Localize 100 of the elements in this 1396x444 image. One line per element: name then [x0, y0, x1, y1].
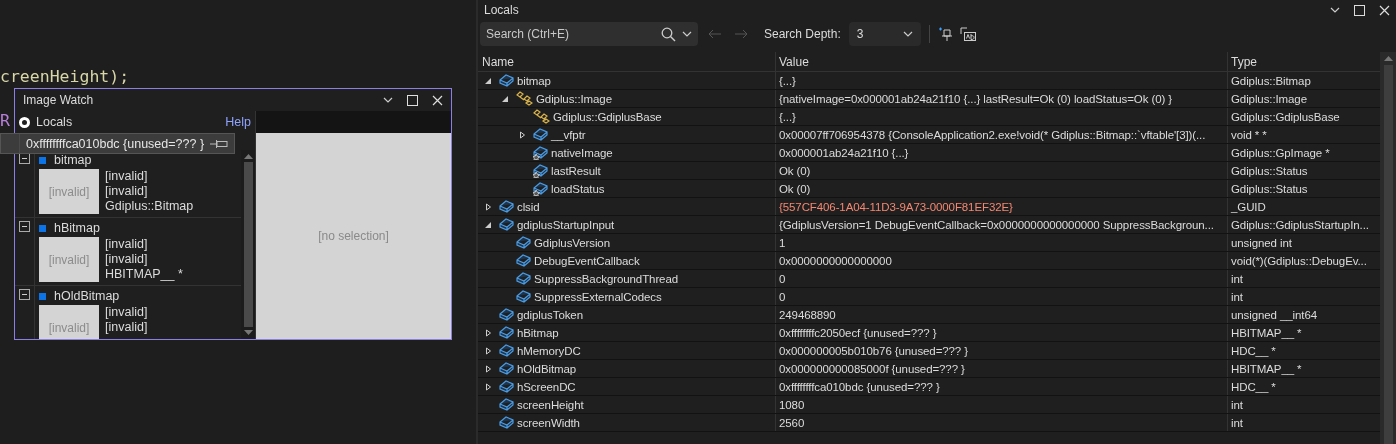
variable-value: 249468890: [779, 308, 836, 321]
pin-icon[interactable]: [937, 26, 952, 42]
variable-value: 0: [779, 290, 786, 303]
radio-button[interactable]: [19, 116, 30, 128]
scroll-down-icon[interactable]: [243, 330, 253, 335]
variable-value: 0x0000000000000000: [779, 254, 892, 267]
variable-type: Gdiplus::GpImage *: [1231, 146, 1330, 159]
image-info: [invalid]: [105, 184, 149, 199]
variable-name: bitmap: [517, 74, 551, 87]
maximize-icon[interactable]: [407, 94, 418, 106]
image-info: [invalid]: [105, 305, 148, 320]
dropdown-caret-icon[interactable]: [682, 31, 692, 37]
variable-type: HDC__ *: [1231, 380, 1276, 393]
variable-name: hScreenDC: [517, 380, 576, 393]
variable-name: screenHeight: [517, 398, 584, 411]
expanded-arrow-icon[interactable]: [484, 76, 492, 85]
cube-icon: [499, 74, 514, 87]
scroll-up-icon[interactable]: [1383, 56, 1393, 61]
image-name: hOldBitmap: [54, 289, 120, 303]
cube-icon: [499, 344, 514, 357]
variable-type: HBITMAP__ *: [1231, 326, 1302, 339]
caret-down-icon[interactable]: [383, 97, 393, 103]
image-name: hBitmap: [54, 221, 100, 235]
variable-value: {557CF406-1A04-11D3-9A73-0000F81EF32E}: [779, 200, 1013, 213]
maximize-icon[interactable]: [1354, 4, 1365, 16]
image-info: [invalid]: [105, 320, 148, 335]
variable-value: {...}: [779, 110, 796, 123]
image-info: [invalid]: [105, 252, 149, 267]
linked-boxes-icon: [516, 91, 533, 106]
close-icon[interactable]: [1379, 4, 1390, 16]
pin-icon[interactable]: [210, 138, 229, 149]
variable-name: hMemoryDC: [517, 344, 581, 357]
variable-name: Gdiplus::GdiplusBase: [553, 110, 662, 123]
tooltip-text: 0xffffffffca010bdc {unused=??? }: [26, 136, 205, 151]
variable-name: hOldBitmap: [517, 362, 577, 375]
text-box-icon[interactable]: [959, 26, 977, 42]
variable-type: unsigned int: [1231, 236, 1292, 249]
linked-boxes-icon: [533, 109, 550, 124]
cube-icon: [516, 290, 531, 303]
expanded-arrow-icon[interactable]: [501, 94, 509, 103]
search-field[interactable]: Search (Ctrl+E): [480, 22, 698, 46]
close-icon[interactable]: [432, 94, 443, 106]
cube-badge-icon: [533, 181, 548, 196]
caret-icon[interactable]: [902, 31, 913, 37]
variable-type: int: [1231, 398, 1243, 411]
collapsed-arrow-icon[interactable]: [484, 382, 492, 391]
search-depth-label: Search Depth:: [764, 27, 841, 41]
variable-type: int: [1231, 416, 1243, 429]
variable-value: 1080: [779, 398, 805, 411]
scroll-up-icon[interactable]: [243, 154, 253, 159]
square-icon: [39, 224, 46, 232]
search-icon[interactable]: [661, 26, 676, 42]
variable-name: SuppressBackgroundThread: [534, 272, 678, 285]
column-header[interactable]: Name: [478, 52, 776, 71]
variable-name: SuppressExternalCodecs: [534, 290, 662, 303]
image-info: [invalid]: [105, 169, 149, 184]
cube-icon: [499, 218, 514, 231]
caret-down-icon[interactable]: [1330, 7, 1340, 13]
variable-value: Ok (0): [779, 182, 811, 195]
column-header[interactable]: Value: [776, 52, 1228, 71]
expanded-arrow-icon[interactable]: [484, 220, 492, 229]
column-header[interactable]: Type: [1228, 52, 1380, 71]
variable-value: Ok (0): [779, 164, 811, 177]
image-info: [invalid]: [105, 237, 149, 252]
variable-type: void * *: [1231, 128, 1267, 141]
collapsed-arrow-icon[interactable]: [484, 346, 492, 355]
collapsed-arrow-icon[interactable]: [484, 202, 492, 211]
cube-icon: [499, 326, 514, 339]
variable-name: DebugEventCallback: [534, 254, 640, 267]
variable-value: {GdiplusVersion=1 DebugEventCallback=0x0000000000000000 SuppressBackgroun...: [779, 218, 1214, 231]
code-line: R: [0, 110, 10, 132]
depth-dropdown[interactable]: 3: [848, 22, 921, 46]
variable-type: int: [1231, 290, 1243, 303]
variable-type: Gdiplus::Image: [1231, 92, 1307, 105]
variable-value: 0x000000000085000f {unused=??? }: [779, 362, 965, 375]
cube-icon: [533, 128, 548, 141]
variable-name: screenWidth: [517, 416, 580, 429]
variable-name: clsid: [517, 200, 540, 213]
variable-type: unsigned __int64: [1231, 308, 1317, 321]
collapsed-arrow-icon[interactable]: [484, 328, 492, 337]
cube-icon: [499, 308, 514, 321]
help-link[interactable]: Help: [225, 115, 251, 129]
variable-name: nativeImage: [551, 146, 613, 159]
scrollbar[interactable]: [1380, 52, 1396, 444]
collapsed-arrow-icon[interactable]: [518, 130, 526, 139]
variable-value: {...}: [779, 74, 796, 87]
variable-value: 0x000001ab24a21f10 {...}: [779, 146, 909, 159]
variable-name: gdiplusToken: [517, 308, 583, 321]
variable-name: loadStatus: [551, 182, 605, 195]
empty-message: [no selection]: [318, 229, 389, 243]
variable-value: 0xffffffffc2050ecf {unused=??? }: [779, 326, 937, 339]
image-info: Gdiplus::Bitmap: [105, 199, 194, 214]
variable-name: __vfptr: [551, 128, 586, 141]
variable-type: Gdiplus::Bitmap: [1231, 74, 1311, 87]
cube-icon: [499, 200, 514, 213]
collapsed-arrow-icon[interactable]: [484, 364, 492, 373]
variable-value: 0x000000005b010b76 {unused=??? }: [779, 344, 968, 357]
cube-icon: [516, 272, 531, 285]
collapse-icon[interactable]: [19, 289, 30, 300]
collapse-icon[interactable]: [19, 221, 30, 232]
